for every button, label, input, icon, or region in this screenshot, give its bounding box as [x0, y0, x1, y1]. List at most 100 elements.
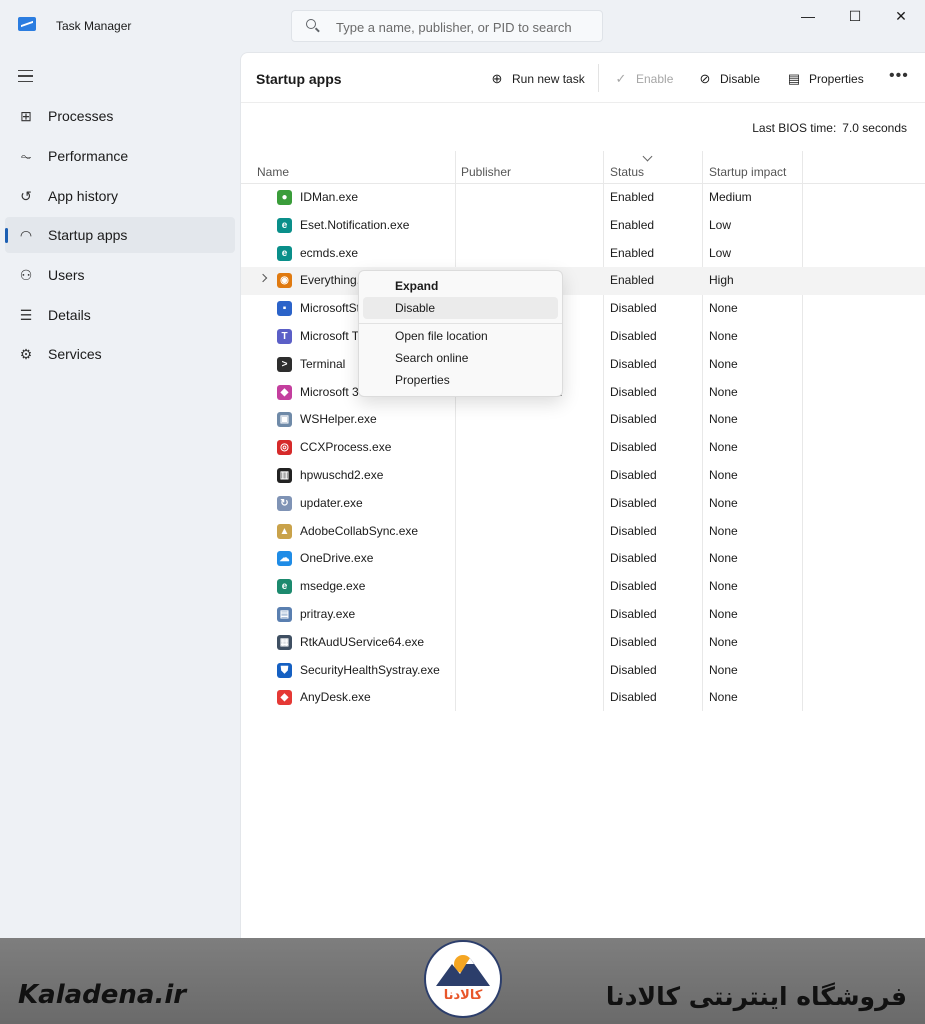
app-icon: ▲ — [277, 523, 292, 539]
search-icon — [306, 19, 316, 29]
context-menu-disable[interactable]: Disable — [363, 297, 558, 319]
table-row[interactable]: ▣ WSHelper.exe Disabled None — [241, 406, 925, 434]
context-menu-properties[interactable]: Properties — [363, 369, 558, 391]
brand-logo-text: کالادنا — [443, 988, 483, 1003]
sidebar-item-services[interactable]: ⚙ Services — [5, 336, 235, 372]
table-row[interactable]: ⛊ SecurityHealthSystray.exe Disabled None — [241, 657, 925, 685]
sidebar-item-users[interactable]: ⚇ Users — [5, 257, 235, 293]
context-menu-search-online[interactable]: Search online — [363, 347, 558, 369]
properties-icon: ▤ — [787, 71, 801, 86]
sidebar-item-performance[interactable]: ⏦ Performance — [5, 138, 235, 174]
table-row[interactable]: ▤ pritray.exe Disabled None — [241, 601, 925, 629]
status-cell: Disabled — [610, 634, 657, 649]
status-cell: Disabled — [610, 301, 657, 316]
sidebar-item-app-history[interactable]: ↺ App history — [5, 178, 235, 214]
table-row[interactable]: ▲ AdobeCollabSync.exe Disabled None — [241, 518, 925, 546]
table-row[interactable]: ↻ updater.exe Disabled None — [241, 490, 925, 518]
minimize-button[interactable]: — — [785, 0, 831, 32]
app-icon: ▪ — [277, 301, 292, 317]
hamburger-menu-icon[interactable] — [18, 70, 33, 82]
table-row[interactable]: T Microsoft T Disabled None — [241, 323, 925, 351]
app-name-cell: Microsoft T — [300, 328, 360, 343]
table-row[interactable]: ☁ OneDrive.exe Disabled None — [241, 545, 925, 573]
bios-time-label: Last BIOS time: — [752, 121, 837, 135]
status-cell: Disabled — [610, 579, 657, 594]
table-row[interactable]: ▪MicrosoftStonDisabledNone — [241, 295, 925, 323]
enable-button[interactable]: ✓ Enable — [614, 69, 674, 89]
sort-chevron-icon — [642, 151, 653, 162]
table-row[interactable]: ▦ RtkAudUService64.exe Disabled None — [241, 629, 925, 657]
status-cell: Disabled — [610, 495, 657, 510]
app-icon: ◎ — [277, 440, 292, 456]
table-row[interactable]: e ecmds.exe Enabled Low — [241, 240, 925, 268]
sidebar-item-label: Processes — [48, 108, 114, 124]
app-icon: ● — [277, 190, 292, 205]
column-header-publisher[interactable]: Publisher — [461, 165, 511, 179]
status-cell: Enabled — [610, 273, 655, 288]
search-box[interactable] — [291, 10, 603, 42]
table-row[interactable]: e Eset.Notification.exe Enabled Low — [241, 212, 925, 240]
app-name-cell: Microsoft 3 — [300, 384, 359, 399]
table-row[interactable]: ◉ Everything. Enabled High — [241, 267, 925, 296]
run-new-task-button[interactable]: ⊕ Run new task — [490, 69, 585, 89]
services-icon: ⚙ — [19, 346, 33, 362]
maximize-button[interactable]: ☐ — [832, 0, 878, 32]
context-menu-open-file-location[interactable]: Open file location — [363, 325, 558, 347]
app-name-cell: Terminal — [300, 356, 346, 371]
status-cell: Disabled — [610, 356, 657, 371]
table-row[interactable]: ▥ hpwuschd2.exe Disabled None — [241, 462, 925, 490]
more-options-icon[interactable]: ••• — [889, 67, 909, 85]
search-input[interactable] — [336, 17, 591, 37]
page-title: Startup apps — [256, 71, 342, 87]
status-cell: Disabled — [610, 523, 657, 538]
watermark-banner: Kaladena.ir کالادنا فروشگاه اینترنتی کال… — [0, 938, 925, 1024]
app-name-cell: hpwuschd2.exe — [300, 467, 384, 482]
app-name-cell: Eset.Notification.exe — [300, 217, 410, 232]
app-name-cell: MicrosoftSt — [300, 301, 361, 316]
expand-chevron-icon[interactable] — [258, 274, 268, 283]
startup-impact-cell: None — [709, 634, 738, 649]
column-header-status[interactable]: Status — [610, 165, 644, 179]
table-row[interactable]: ◆Microsoft 3onDisabledNone — [241, 379, 925, 407]
table-body: ● IDMan.exe Enabled Medium e Eset.Notificatio… — [241, 184, 925, 712]
enable-label: Enable — [636, 72, 674, 86]
properties-button[interactable]: ▤ Properties — [787, 69, 864, 89]
table-row[interactable]: ◆ AnyDesk.exe Disabled None — [241, 684, 925, 712]
close-button[interactable]: ✕ — [878, 0, 924, 32]
startup-impact-cell: High — [709, 273, 734, 288]
sidebar-item-label: Users — [48, 267, 85, 283]
app-name-cell: OneDrive.exe — [300, 551, 374, 566]
table-row[interactable]: ● IDMan.exe Enabled Medium — [241, 184, 925, 212]
sidebar-item-label: App history — [48, 188, 119, 204]
status-cell: Enabled — [610, 245, 655, 260]
sidebar: ⊞ Processes ⏦ Performance ↺ App history … — [0, 52, 240, 938]
brand-logo: کالادنا — [424, 940, 502, 1018]
toolbar-divider-line — [241, 102, 925, 103]
startup-impact-cell: None — [709, 495, 738, 510]
table-row[interactable]: ◎ CCXProcess.exe Disabled None — [241, 434, 925, 462]
startup-impact-cell: None — [709, 690, 738, 705]
table-row[interactable]: >TerminalonDisabledNone — [241, 351, 925, 379]
processes-icon: ⊞ — [20, 108, 32, 124]
app-icon: ▤ — [277, 606, 292, 622]
status-cell: Disabled — [610, 328, 657, 343]
app-icon: ▥ — [277, 467, 292, 483]
bios-time: Last BIOS time: 7.0 seconds — [746, 121, 907, 135]
sidebar-item-details[interactable]: ☰ Details — [5, 297, 235, 333]
app-icon: ◆ — [277, 384, 292, 400]
column-header-name[interactable]: Name — [257, 165, 289, 179]
users-icon: ⚇ — [19, 267, 33, 283]
sidebar-item-startup-apps[interactable]: ◠ Startup apps — [5, 217, 235, 253]
status-cell: Disabled — [610, 551, 657, 566]
status-cell: Disabled — [610, 606, 657, 621]
checkmark-icon: ✓ — [615, 71, 627, 86]
column-header-startup-impact[interactable]: Startup impact — [709, 165, 786, 179]
app-name-cell: msedge.exe — [300, 579, 366, 594]
table-row[interactable]: e msedge.exe Disabled None — [241, 573, 925, 601]
sidebar-item-processes[interactable]: ⊞ Processes — [5, 98, 235, 134]
toolbar-divider — [598, 64, 599, 92]
context-menu-expand[interactable]: Expand — [363, 275, 558, 297]
context-menu-separator — [359, 323, 562, 324]
status-cell: Disabled — [610, 440, 657, 455]
disable-button[interactable]: ⊘ Disable — [698, 69, 760, 89]
